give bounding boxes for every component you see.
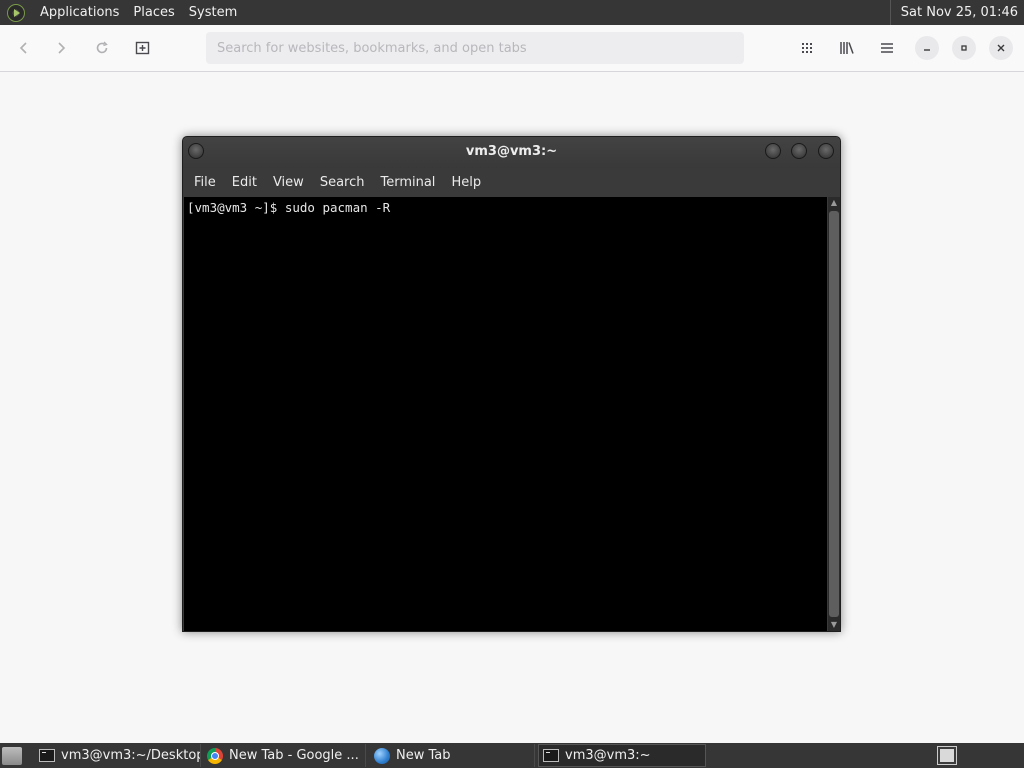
maximize-button[interactable] (952, 36, 976, 60)
globe-icon (374, 747, 390, 764)
terminal-menubar: File Edit View Search Terminal Help (183, 168, 840, 197)
grid-icon (802, 43, 812, 53)
back-button[interactable] (9, 33, 39, 63)
clock-text: Sat Nov 25, 01:46 (900, 5, 1018, 20)
distro-logo-icon[interactable] (7, 3, 25, 22)
taskbar: vm3@vm3:~/Desktop New Tab - Google ... N… (0, 743, 1024, 768)
panel-clock[interactable]: Sat Nov 25, 01:46 (889, 0, 1024, 25)
new-tab-button[interactable] (128, 33, 158, 63)
scroll-down-icon[interactable]: ▼ (828, 619, 840, 631)
terminal-output[interactable]: [vm3@vm3 ~]$ sudo pacman -R (184, 197, 827, 631)
menu-help[interactable]: Help (443, 175, 489, 190)
close-button[interactable] (989, 36, 1013, 60)
task-label: New Tab (396, 748, 451, 763)
reload-button[interactable] (87, 33, 117, 63)
terminal-scrollbar[interactable]: ▲ ▼ (828, 197, 840, 631)
extensions-button[interactable] (792, 33, 822, 63)
maximize-icon (961, 45, 967, 51)
arrow-left-icon (19, 42, 27, 54)
menu-terminal[interactable]: Terminal (372, 175, 443, 190)
terminal-titlebar[interactable]: vm3@vm3:~ (183, 137, 840, 168)
minimize-button[interactable] (915, 36, 939, 60)
reload-icon (96, 41, 108, 54)
terminal-close-icon[interactable] (818, 143, 834, 159)
workspace-switcher[interactable] (937, 746, 957, 765)
task-chrome[interactable]: New Tab - Google ... (203, 744, 366, 767)
menu-file[interactable]: File (186, 175, 224, 190)
close-icon (997, 44, 1005, 52)
url-input[interactable] (215, 39, 735, 57)
library-icon (840, 42, 854, 54)
terminal-window: vm3@vm3:~ File Edit View Search Terminal… (182, 136, 841, 632)
browser-toolbar (0, 25, 1024, 72)
task-label: vm3@vm3:~/Desktop (61, 748, 201, 763)
menu-view[interactable]: View (265, 175, 312, 190)
forward-button[interactable] (46, 33, 76, 63)
terminal-minimize-icon[interactable] (765, 143, 781, 159)
system-menu[interactable]: System (182, 5, 244, 20)
task-label: New Tab - Google ... (229, 748, 359, 763)
task-terminal-home[interactable]: vm3@vm3:~ (538, 744, 706, 767)
new-tab-icon (135, 41, 150, 55)
terminal-line: [vm3@vm3 ~]$ sudo pacman -R (187, 200, 391, 215)
arrow-right-icon (58, 42, 66, 54)
minimize-icon (924, 49, 930, 51)
task-new-tab[interactable]: New Tab (370, 744, 535, 767)
terminal-icon (543, 749, 559, 762)
applications-menu[interactable]: Applications (33, 5, 126, 20)
terminal-maximize-icon[interactable] (791, 143, 807, 159)
scrollbar-thumb[interactable] (829, 211, 839, 617)
scroll-up-icon[interactable]: ▲ (828, 197, 840, 209)
top-panel: Applications Places System Sat Nov 25, 0… (0, 0, 1024, 25)
terminal-title: vm3@vm3:~ (465, 144, 558, 159)
main-menu-button[interactable] (872, 33, 902, 63)
places-menu[interactable]: Places (126, 5, 181, 20)
show-desktop-icon[interactable] (2, 747, 22, 765)
task-terminal-desktop[interactable]: vm3@vm3:~/Desktop (35, 744, 201, 767)
library-button[interactable] (832, 33, 862, 63)
url-bar[interactable] (206, 32, 744, 64)
menu-search[interactable]: Search (312, 175, 373, 190)
menu-edit[interactable]: Edit (224, 175, 265, 190)
terminal-icon (39, 749, 55, 762)
hamburger-menu-icon (881, 43, 893, 53)
chrome-icon (207, 747, 223, 764)
task-label: vm3@vm3:~ (565, 748, 651, 763)
